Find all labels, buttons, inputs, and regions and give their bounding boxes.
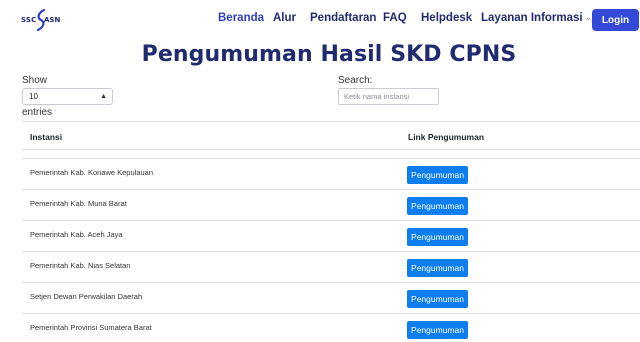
search-input[interactable]: Ketik nama instansi <box>338 88 439 105</box>
pengumuman-button[interactable]: Pengumuman <box>407 228 468 246</box>
table-header: Instansi Link Pengumuman <box>22 121 640 150</box>
column-header-link[interactable]: Link Pengumuman <box>408 132 484 142</box>
table-row: Pemerintah Kab. Aceh Jaya Pengumuman <box>22 221 640 252</box>
pengumuman-button[interactable]: Pengumuman <box>407 166 468 184</box>
search-label: Search: <box>338 75 373 86</box>
instansi-cell: Pemerintah Kab. Aceh Jaya <box>30 230 123 239</box>
show-label: Show <box>22 75 48 86</box>
logo-text-right: ASN <box>44 16 61 24</box>
sscasn-logo[interactable]: SSC ASN <box>21 9 65 31</box>
nav-item-layanan-label: Layanan Informasi <box>481 12 583 24</box>
column-header-instansi[interactable]: Instansi <box>30 132 62 142</box>
nav-item-alur[interactable]: Alur <box>273 12 296 24</box>
entries-label: entries <box>22 107 53 118</box>
site-header: SSC ASN Beranda Alur Pendaftaran FAQ Hel… <box>0 0 640 40</box>
pengumuman-button[interactable]: Pengumuman <box>407 259 468 277</box>
nav-item-layanan-informasi[interactable]: Layanan Informasi ⌄ <box>481 12 592 24</box>
entries-select-value: 10 <box>29 92 38 101</box>
instansi-cell: Pemerintah Kab. Nias Selatan <box>30 261 131 270</box>
nav-item-faq[interactable]: FAQ <box>383 12 407 24</box>
instansi-cell: Pemerintah Kab. Konawe Kepulauan <box>30 168 154 177</box>
pengumuman-button[interactable]: Pengumuman <box>407 197 468 215</box>
page-title: Pengumuman Hasil SKD CPNS <box>141 42 517 67</box>
entries-select[interactable]: 10 ▲ <box>22 88 113 105</box>
table-row: Pemerintah Kab. Nias Selatan Pengumuman <box>22 252 640 283</box>
pengumuman-button[interactable]: Pengumuman <box>407 290 468 308</box>
table-row: Pemerintah Provinsi Sumatera Barat Pengu… <box>22 314 640 342</box>
select-updown-icon: ▲ <box>100 93 107 100</box>
login-button[interactable]: Login <box>592 9 639 31</box>
nav-item-pendaftaran[interactable]: Pendaftaran <box>310 12 376 24</box>
instansi-cell: Setjen Dewan Perwakilan Daerah <box>30 292 143 301</box>
nav-item-beranda[interactable]: Beranda <box>218 12 264 24</box>
table-row: Pemerintah Kab. Konawe Kepulauan Pengumu… <box>22 159 640 190</box>
table-row: Setjen Dewan Perwakilan Daerah Pengumuma… <box>22 283 640 314</box>
table-row: Pemerintah Kab. Muna Barat Pengumuman <box>22 190 640 221</box>
pengumuman-button[interactable]: Pengumuman <box>407 321 468 339</box>
table-spacer-row <box>22 150 640 159</box>
logo-text-left: SSC <box>21 16 37 24</box>
nav-item-helpdesk[interactable]: Helpdesk <box>421 12 472 24</box>
instansi-cell: Pemerintah Provinsi Sumatera Barat <box>30 323 152 332</box>
instansi-cell: Pemerintah Kab. Muna Barat <box>30 199 127 208</box>
